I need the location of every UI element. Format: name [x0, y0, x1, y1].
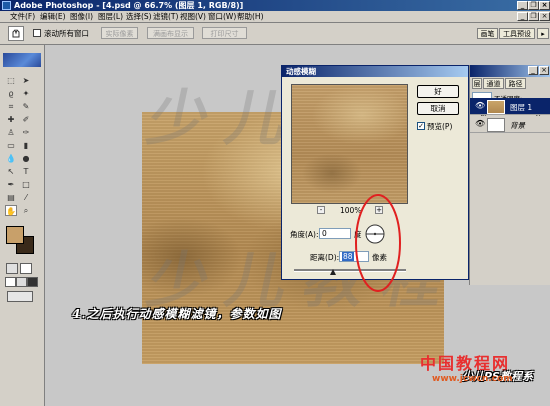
print-size-button[interactable]: 打印尺寸 — [202, 27, 247, 39]
menu-help[interactable]: 帮助(H) — [237, 11, 264, 22]
filter-preview[interactable] — [291, 84, 408, 204]
crop-tool-icon[interactable]: ⌗ — [5, 101, 17, 112]
zoom-out-button[interactable]: - — [317, 206, 325, 214]
zoom-tool-preset-picker[interactable] — [8, 26, 24, 41]
layer-name: 图层 1 — [510, 103, 533, 112]
restore-button[interactable]: ❐ — [528, 1, 539, 10]
layer-row-layer1[interactable]: 👁 图层 1 — [470, 98, 550, 115]
menu-layer[interactable]: 图层(L) — [98, 11, 123, 22]
actual-pixels-button[interactable]: 实际像素 — [101, 27, 138, 39]
tab-brushes[interactable]: 画笔 — [477, 28, 498, 39]
type-tool-icon[interactable]: T — [20, 166, 32, 177]
distance-label: 距离(D): — [310, 253, 340, 262]
panel-minimize-button[interactable]: _ — [528, 66, 538, 75]
minimize-button[interactable]: _ — [517, 1, 528, 10]
layers-panel-titlebar: _ × — [470, 65, 550, 77]
hand-icon — [12, 29, 20, 38]
site-url: www.jcwcn.com — [432, 374, 513, 384]
history-brush-tool-icon[interactable]: ✑ — [20, 127, 32, 138]
menu-image[interactable]: 图像(I) — [70, 11, 93, 22]
jump-to-imageready-icon[interactable] — [7, 291, 33, 302]
dodge-tool-icon[interactable]: ● — [20, 153, 32, 164]
angle-label: 角度(A): — [290, 230, 319, 239]
menu-file[interactable]: 文件(F) — [10, 11, 35, 22]
eye-icon[interactable]: 👁 — [475, 101, 485, 110]
distance-slider-thumb[interactable] — [330, 269, 337, 275]
layer-name: 背景 — [510, 121, 525, 130]
scroll-all-windows-label: 滚动所有窗口 — [44, 29, 89, 38]
eyedropper-tool-icon[interactable]: ⁄ — [20, 192, 32, 203]
zoom-tool-icon[interactable]: ⌕ — [20, 205, 32, 216]
hand-tool-icon[interactable]: ✋ — [5, 205, 17, 216]
standard-mode-icon[interactable] — [6, 263, 18, 274]
title-bar: Adobe Photoshop - [4.psd @ 66.7% (图层 1, … — [0, 0, 550, 11]
lasso-tool-icon[interactable]: ϱ — [5, 88, 17, 99]
dialog-title: 动感模糊 — [282, 66, 468, 77]
menu-view[interactable]: 视图(V) — [180, 11, 206, 22]
layer-thumbnail — [487, 118, 505, 132]
cancel-button[interactable]: 取消 — [417, 102, 459, 115]
preview-label: 预览(P) — [427, 122, 453, 131]
menu-window[interactable]: 窗口(W) — [208, 11, 236, 22]
eye-icon[interactable]: 👁 — [475, 119, 485, 128]
screen-mode-standard-icon[interactable] — [5, 277, 16, 287]
tab-tool-presets[interactable]: 工具预设 — [499, 28, 535, 39]
move-tool-icon[interactable]: ➤ — [20, 75, 32, 86]
pen-tool-icon[interactable]: ✒ — [5, 179, 17, 190]
panel-well-more-icon[interactable]: ▸ — [537, 28, 549, 39]
healing-brush-tool-icon[interactable]: ✚ — [5, 114, 17, 125]
menu-filter[interactable]: 滤镜(T) — [153, 11, 178, 22]
step-caption: 4.之后执行动感模糊滤镜，参数如图 — [72, 307, 282, 321]
doc-minimize-button[interactable]: _ — [517, 12, 528, 21]
photoshop-app-icon — [2, 1, 11, 10]
brush-tool-icon[interactable]: ✐ — [20, 114, 32, 125]
layers-panel: _ × 层 通道 路径 不透明度: 锁 填 👁 图层 1 👁 背景 — [469, 65, 550, 285]
toolbox: ⬚ ➤ ϱ ✦ ⌗ ✎ ✚ ✐ ♙ ✑ ▭ ▮ 💧 ● ↖ T ✒ □ ▤ ⁄ … — [0, 45, 45, 406]
ok-button[interactable]: 好 — [417, 85, 459, 98]
doc-restore-button[interactable]: ❐ — [528, 12, 539, 21]
doc-close-button[interactable]: × — [539, 12, 550, 21]
layer-row-background[interactable]: 👁 背景 — [470, 116, 550, 133]
tab-paths[interactable]: 路径 — [505, 78, 526, 89]
preview-checkbox[interactable]: ✓ — [417, 122, 425, 130]
scroll-all-windows-checkbox[interactable] — [33, 29, 41, 37]
path-selection-tool-icon[interactable]: ↖ — [5, 166, 17, 177]
screen-mode-full-icon[interactable] — [27, 277, 38, 287]
panel-close-button[interactable]: × — [539, 66, 549, 75]
menu-edit[interactable]: 编辑(E) — [40, 11, 66, 22]
shape-tool-icon[interactable]: □ — [20, 179, 32, 190]
notes-tool-icon[interactable]: ▤ — [5, 192, 17, 203]
screen-mode-full-menu-icon[interactable] — [16, 277, 27, 287]
quick-mask-icon[interactable] — [20, 263, 32, 274]
angle-input[interactable]: 0 — [319, 228, 351, 239]
slice-tool-icon[interactable]: ✎ — [20, 101, 32, 112]
annotation-ellipse — [355, 194, 401, 292]
foreground-color-swatch[interactable] — [6, 226, 24, 244]
menu-bar: 文件(F) 编辑(E) 图像(I) 图层(L) 选择(S) 滤镜(T) 视图(V… — [0, 11, 550, 23]
options-bar: 滚动所有窗口 实际像素 满画布显示 打印尺寸 画笔 工具预设 ▸ — [0, 23, 550, 45]
magic-wand-tool-icon[interactable]: ✦ — [20, 88, 32, 99]
clone-stamp-tool-icon[interactable]: ♙ — [5, 127, 17, 138]
layer-thumbnail — [487, 100, 505, 114]
marquee-tool-icon[interactable]: ⬚ — [5, 75, 17, 86]
tab-channels[interactable]: 通道 — [483, 78, 504, 89]
annotation-circle — [355, 194, 401, 292]
tab-layers-short[interactable]: 层 — [472, 78, 482, 89]
menu-select[interactable]: 选择(S) — [126, 11, 152, 22]
adobe-online-icon[interactable] — [3, 53, 41, 67]
close-button[interactable]: × — [539, 1, 550, 10]
eraser-tool-icon[interactable]: ▭ — [5, 140, 17, 151]
blur-tool-icon[interactable]: 💧 — [5, 153, 17, 164]
gradient-tool-icon[interactable]: ▮ — [20, 140, 32, 151]
window-title: Adobe Photoshop - [4.psd @ 66.7% (图层 1, … — [14, 1, 244, 10]
fit-on-screen-button[interactable]: 满画布显示 — [147, 27, 194, 39]
